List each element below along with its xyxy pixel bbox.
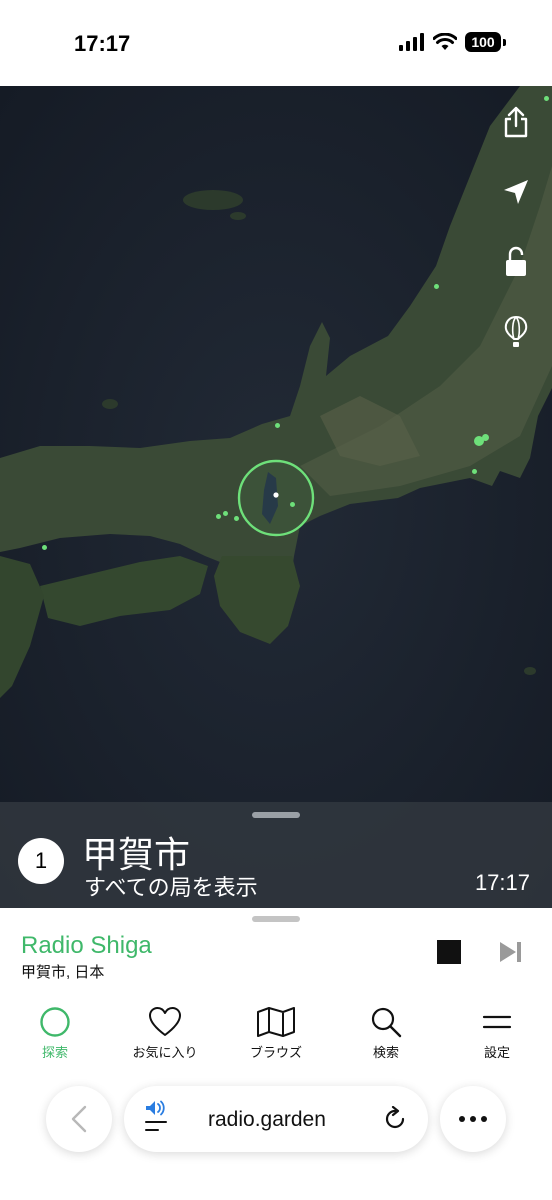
globe-map[interactable]: 1 甲賀市 すべての局を表示 17:17 <box>0 86 552 908</box>
heart-icon <box>149 1007 181 1036</box>
player-drag-handle[interactable] <box>252 916 300 922</box>
chevron-left-icon <box>71 1105 87 1133</box>
tab-label: お気に入り <box>132 1045 198 1060</box>
player-panel: Radio Shiga 甲賀市, 日本 探索 お気に入り ブラウズ 検索 設定 … <box>0 908 552 1200</box>
locate-arrow-icon <box>504 180 528 204</box>
map-icon <box>257 1007 295 1037</box>
reload-icon[interactable] <box>382 1106 408 1132</box>
url-text[interactable]: radio.garden <box>208 1108 326 1132</box>
tab-label: 設定 <box>483 1045 510 1060</box>
lock-button[interactable] <box>496 242 536 282</box>
panel-drag-handle[interactable] <box>252 812 300 818</box>
status-time: 17:17 <box>74 31 131 56</box>
unlock-icon <box>506 246 526 276</box>
browser-back-button[interactable] <box>46 1086 112 1152</box>
station-dot[interactable] <box>42 545 47 550</box>
more-options-button[interactable] <box>440 1086 506 1152</box>
random-station-button[interactable] <box>496 312 536 352</box>
station-count-badge: 1 <box>18 838 64 884</box>
status-bar: 17:17 100 <box>0 0 552 86</box>
ellipsis-icon <box>459 1116 487 1122</box>
status-icons: 100 <box>399 32 506 52</box>
station-dot[interactable] <box>434 284 439 289</box>
selected-station-ring[interactable] <box>236 458 316 538</box>
show-all-stations-link[interactable]: すべての局を表示 <box>84 870 258 902</box>
battery-indicator: 100 <box>465 32 501 52</box>
stop-button[interactable] <box>437 940 461 964</box>
speaker-playing-icon[interactable] <box>144 1100 172 1136</box>
place-info-panel[interactable]: 1 甲賀市 すべての局を表示 17:17 <box>0 802 552 908</box>
tab-settings[interactable]: 設定 <box>447 1006 547 1066</box>
tab-bar: 探索 お気に入り ブラウズ 検索 設定 <box>0 1006 552 1066</box>
tab-label: 検索 <box>372 1045 399 1060</box>
station-dot[interactable] <box>472 469 477 474</box>
station-dot[interactable] <box>275 423 280 428</box>
share-icon <box>504 106 528 138</box>
explore-circle-icon <box>40 1007 70 1037</box>
tab-browse[interactable]: ブラウズ <box>226 1006 326 1066</box>
search-icon <box>371 1007 402 1038</box>
next-icon[interactable] <box>498 940 524 964</box>
balloon-icon <box>504 315 528 347</box>
station-location: 甲賀市, 日本 <box>21 964 105 981</box>
station-dot[interactable] <box>223 511 228 516</box>
station-dot[interactable] <box>216 514 221 519</box>
tab-explore[interactable]: 探索 <box>5 1006 105 1066</box>
wifi-icon <box>433 33 457 50</box>
address-bar[interactable]: radio.garden <box>124 1086 428 1152</box>
locate-button[interactable] <box>496 172 536 212</box>
browser-toolbar: radio.garden <box>0 1086 552 1156</box>
share-button[interactable] <box>496 102 536 142</box>
menu-icon <box>482 1015 512 1029</box>
station-name[interactable]: Radio Shiga <box>21 932 152 960</box>
tab-search[interactable]: 検索 <box>336 1006 436 1066</box>
station-dot[interactable] <box>544 96 549 101</box>
signal-icon <box>399 33 424 51</box>
tab-favorites[interactable]: お気に入り <box>115 1006 215 1066</box>
station-dot[interactable] <box>474 436 484 446</box>
tab-label: ブラウズ <box>249 1045 302 1060</box>
tab-label: 探索 <box>41 1045 68 1060</box>
battery-tip <box>503 38 506 46</box>
local-time: 17:17 <box>474 870 530 895</box>
